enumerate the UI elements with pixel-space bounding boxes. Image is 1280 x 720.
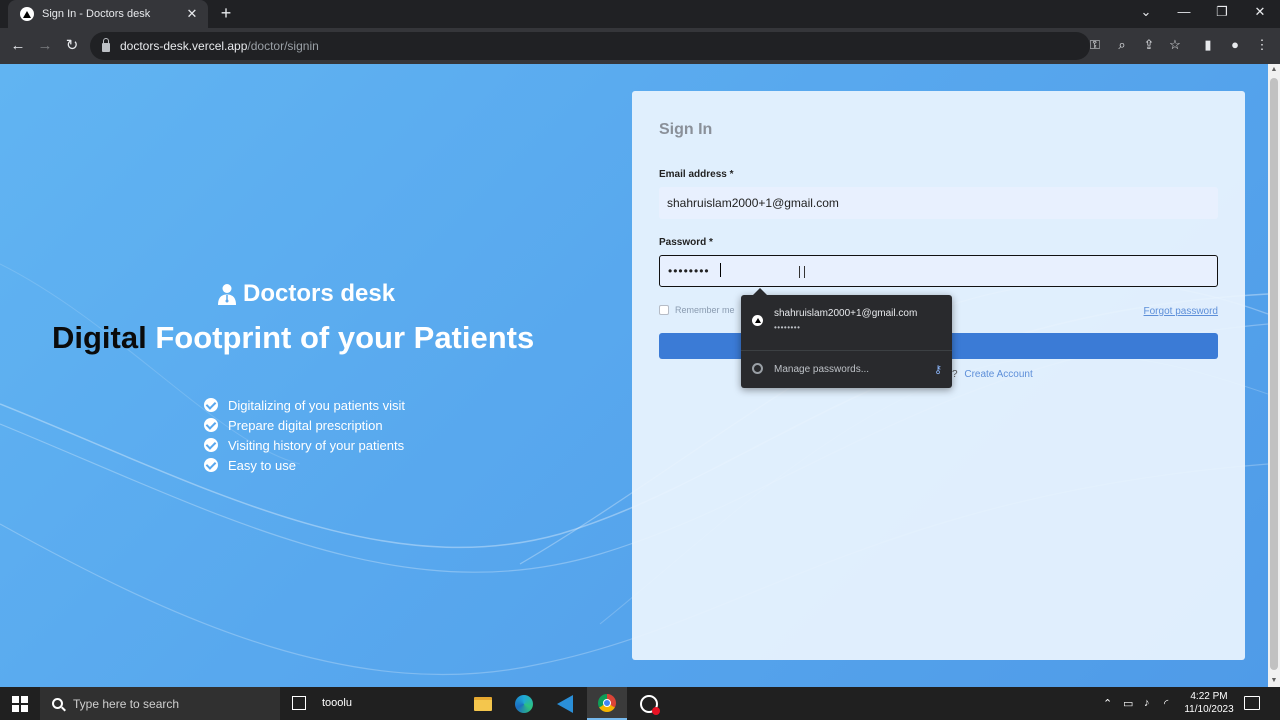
file-explorer-app[interactable] bbox=[463, 687, 503, 720]
check-circle-icon bbox=[204, 458, 218, 472]
autofill-username: shahruislam2000+1@gmail.com bbox=[774, 308, 918, 319]
remember-checkbox[interactable] bbox=[659, 305, 669, 315]
edge-icon bbox=[515, 694, 533, 713]
page-viewport: Doctors desk Digital Footprint of your P… bbox=[0, 64, 1268, 687]
remember-label: Remember me bbox=[675, 305, 735, 315]
scroll-thumb[interactable] bbox=[1270, 78, 1278, 670]
password-field[interactable] bbox=[659, 255, 1218, 287]
new-tab-icon[interactable]: + bbox=[216, 3, 236, 24]
recorder-icon bbox=[640, 694, 660, 715]
key-icon[interactable]: ⚿ bbox=[1085, 37, 1105, 53]
create-account-row: ? Create Account bbox=[952, 369, 1033, 380]
list-item: Prepare digital prescription bbox=[204, 415, 405, 435]
lock-icon bbox=[102, 38, 110, 52]
check-circle-icon bbox=[204, 438, 218, 452]
share-icon[interactable]: ⇪ bbox=[1139, 37, 1159, 53]
chrome-icon bbox=[598, 693, 616, 712]
close-window-icon[interactable]: ✕ bbox=[1248, 4, 1272, 20]
remember-me[interactable]: Remember me bbox=[659, 305, 735, 315]
browser-toolbar: ← → ↻ doctors-desk.vercel.app /doctor/si… bbox=[0, 28, 1280, 64]
site-favicon-icon bbox=[20, 7, 34, 21]
signin-title: Sign In bbox=[659, 121, 713, 138]
windows-start-icon[interactable] bbox=[12, 696, 28, 712]
headline: Digital Footprint of your Patients bbox=[52, 320, 534, 356]
password-autofill-popup: shahruislam2000+1@gmail.com •••••••• Man… bbox=[741, 288, 952, 388]
email-field[interactable] bbox=[659, 187, 1218, 219]
restore-icon[interactable]: ❐ bbox=[1210, 4, 1234, 20]
manage-passwords-item[interactable]: Manage passwords... ⚷ bbox=[741, 357, 952, 383]
url-path: /doctor/signin bbox=[247, 39, 319, 53]
tray-chevron-icon[interactable]: ⌃ bbox=[1103, 697, 1112, 710]
scroll-up-icon[interactable]: ▲ bbox=[1268, 64, 1280, 76]
manage-passwords-label: Manage passwords... bbox=[774, 364, 870, 375]
chrome-icon bbox=[752, 363, 763, 374]
doctor-icon bbox=[218, 284, 236, 305]
text-cursor-icon bbox=[799, 266, 805, 278]
vscode-app[interactable] bbox=[545, 687, 585, 720]
back-icon[interactable]: ← bbox=[7, 36, 29, 56]
edge-app[interactable] bbox=[504, 687, 544, 720]
close-tab-icon[interactable]: ✕ bbox=[184, 6, 200, 22]
task-view-icon[interactable] bbox=[292, 696, 306, 710]
password-label: Password * bbox=[659, 237, 713, 248]
headline-dark: Digital bbox=[52, 320, 147, 355]
create-account-prefix: ? bbox=[952, 369, 958, 380]
profile-icon[interactable]: ● bbox=[1225, 37, 1245, 52]
microphone-icon[interactable]: ♪ bbox=[1144, 697, 1150, 709]
tab-title: Sign In - Doctors desk bbox=[42, 8, 151, 20]
minimize-icon[interactable]: — bbox=[1172, 4, 1196, 19]
autofill-suggestion[interactable]: shahruislam2000+1@gmail.com •••••••• bbox=[741, 301, 952, 345]
autofill-password: •••••••• bbox=[774, 323, 801, 332]
create-account-link[interactable]: Create Account bbox=[964, 369, 1032, 380]
feature-list: Digitalizing of you patients visit Prepa… bbox=[204, 395, 405, 475]
forward-icon[interactable]: → bbox=[34, 36, 56, 56]
system-clock[interactable]: 4:22 PM 11/10/2023 bbox=[1180, 690, 1238, 716]
key-icon: ⚷ bbox=[933, 364, 942, 376]
list-item: Easy to use bbox=[204, 455, 405, 475]
clock-date: 11/10/2023 bbox=[1184, 704, 1234, 715]
tab-search-icon[interactable]: ⌄ bbox=[1134, 4, 1158, 20]
bookmark-star-icon[interactable]: ☆ bbox=[1165, 37, 1185, 53]
divider bbox=[741, 350, 952, 351]
zoom-icon[interactable]: ⌕ bbox=[1112, 37, 1132, 53]
browser-tab-bar: Sign In - Doctors desk ✕ + ⌄ — ❐ ✕ bbox=[0, 0, 1280, 28]
wifi-icon[interactable]: ◜ bbox=[1164, 697, 1168, 710]
vscode-icon bbox=[557, 694, 573, 713]
side-panel-icon[interactable]: ▮ bbox=[1198, 37, 1218, 53]
forgot-password-link[interactable]: Forgot password bbox=[1144, 306, 1218, 317]
brand-name: Doctors desk bbox=[243, 280, 396, 307]
check-circle-icon bbox=[204, 398, 218, 412]
windows-taskbar: Type here to search tooolu ⌃ ▭ ♪ ◜ 4:22 … bbox=[0, 687, 1280, 720]
browser-tab[interactable]: Sign In - Doctors desk ✕ bbox=[8, 0, 208, 28]
search-icon bbox=[52, 698, 63, 709]
site-favicon-icon bbox=[752, 315, 763, 326]
taskbar-label: tooolu bbox=[322, 697, 352, 709]
list-item: Digitalizing of you patients visit bbox=[204, 395, 405, 415]
chrome-app[interactable] bbox=[587, 687, 627, 720]
page-scrollbar[interactable]: ▲ ▼ bbox=[1268, 64, 1280, 687]
brand-logo: Doctors desk bbox=[217, 280, 395, 308]
headline-light: Footprint of your Patients bbox=[155, 320, 535, 355]
menu-kebab-icon[interactable]: ⋮ bbox=[1252, 37, 1272, 53]
address-bar[interactable]: doctors-desk.vercel.app /doctor/signin bbox=[90, 32, 1090, 60]
url-host: doctors-desk.vercel.app bbox=[120, 39, 248, 53]
scroll-down-icon[interactable]: ▼ bbox=[1268, 675, 1280, 687]
notification-icon[interactable] bbox=[1244, 696, 1260, 710]
check-circle-icon bbox=[204, 418, 218, 432]
text-caret bbox=[720, 263, 721, 277]
search-placeholder: Type here to search bbox=[73, 696, 180, 711]
recorder-app[interactable] bbox=[629, 687, 669, 720]
folder-icon bbox=[474, 696, 492, 711]
email-label: Email address * bbox=[659, 169, 734, 180]
battery-icon[interactable]: ▭ bbox=[1123, 697, 1133, 710]
clock-time: 4:22 PM bbox=[1190, 691, 1228, 702]
reload-icon[interactable]: ↻ bbox=[61, 36, 83, 56]
list-item: Visiting history of your patients bbox=[204, 435, 405, 455]
taskbar-search[interactable]: Type here to search bbox=[40, 687, 280, 720]
